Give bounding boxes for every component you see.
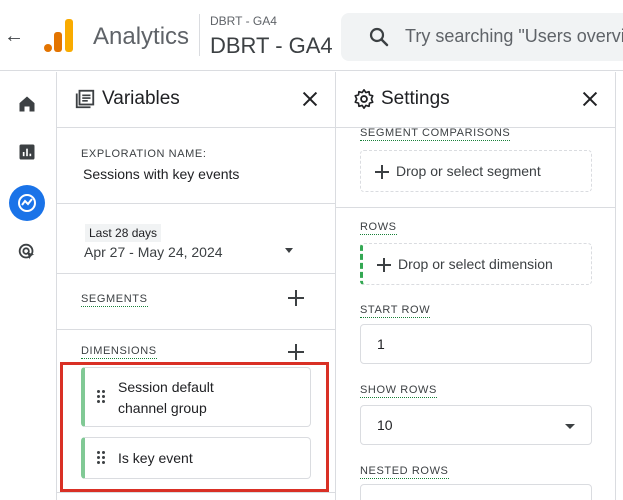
explore-icon[interactable] xyxy=(9,185,45,221)
home-icon[interactable] xyxy=(9,86,45,122)
search-icon xyxy=(369,27,389,47)
exploration-name-value[interactable]: Sessions with key events xyxy=(83,166,239,182)
chevron-down-icon xyxy=(565,424,575,429)
variables-header: Variables xyxy=(57,72,335,128)
segments-section: SEGMENTS xyxy=(57,274,335,330)
variables-title: Variables xyxy=(102,88,180,109)
start-row-label: START ROW xyxy=(360,304,431,318)
reports-icon[interactable] xyxy=(9,134,45,170)
add-dimension-icon[interactable] xyxy=(286,342,306,362)
segments-label: SEGMENTS xyxy=(81,293,148,307)
plus-icon xyxy=(373,163,391,181)
start-row-value: 1 xyxy=(377,336,385,352)
analytics-logo xyxy=(44,18,74,52)
advertising-icon[interactable] xyxy=(9,234,45,270)
exploration-name-label: EXPLORATION NAME: xyxy=(81,148,207,160)
rows-drop-zone[interactable]: Drop or select dimension xyxy=(360,243,592,285)
divider xyxy=(336,207,616,208)
close-icon[interactable] xyxy=(579,88,601,110)
add-segment-icon[interactable] xyxy=(286,288,306,308)
divider xyxy=(199,14,200,56)
settings-header: Settings xyxy=(336,72,615,128)
property-name: DBRT - GA4 xyxy=(210,33,333,58)
segment-drop-zone[interactable]: Drop or select segment xyxy=(360,150,592,192)
dimensions-label: DIMENSIONS xyxy=(81,345,157,359)
date-range-value: Apr 27 - May 24, 2024 xyxy=(84,244,223,260)
rows-drop-text: Drop or select dimension xyxy=(398,256,553,272)
variables-icon xyxy=(75,89,95,109)
close-icon[interactable] xyxy=(299,88,321,110)
segment-drop-text: Drop or select segment xyxy=(396,163,541,179)
divider xyxy=(57,492,337,493)
arrow-back-icon[interactable]: ← xyxy=(4,24,24,48)
settings-title: Settings xyxy=(381,88,450,109)
search-placeholder: Try searching "Users overview" xyxy=(405,26,623,46)
segment-comparisons-label: SEGMENT COMPARISONS xyxy=(360,127,511,141)
exploration-name-section: EXPLORATION NAME: Sessions with key even… xyxy=(57,128,335,204)
highlight-box xyxy=(60,362,329,492)
plus-icon xyxy=(375,256,393,274)
date-preset-label: Last 28 days xyxy=(85,224,162,242)
start-row-input[interactable]: 1 xyxy=(360,324,592,364)
account-name-small: DBRT - GA4 xyxy=(210,14,277,28)
nested-rows-select[interactable] xyxy=(360,484,592,500)
settings-panel: Settings SEGMENT COMPARISONS Drop or sel… xyxy=(336,72,616,500)
date-range-picker[interactable]: Last 28 days Apr 27 - May 24, 2024 xyxy=(81,220,293,264)
nested-rows-label: NESTED ROWS xyxy=(360,465,449,479)
top-bar: ← Analytics DBRT - GA4 DBRT - GA4 Try se… xyxy=(0,0,623,71)
app-name: Analytics xyxy=(93,23,190,50)
show-rows-label: SHOW ROWS xyxy=(360,384,437,398)
search-bar[interactable]: Try searching "Users overview" xyxy=(341,13,623,61)
rows-label: ROWS xyxy=(360,221,397,235)
gear-icon xyxy=(354,89,374,109)
date-range-section: Last 28 days Apr 27 - May 24, 2024 xyxy=(57,204,335,274)
show-rows-select[interactable]: 10 xyxy=(360,405,592,445)
show-rows-value: 10 xyxy=(377,417,393,433)
chevron-down-icon xyxy=(285,248,293,253)
left-nav xyxy=(0,72,56,500)
